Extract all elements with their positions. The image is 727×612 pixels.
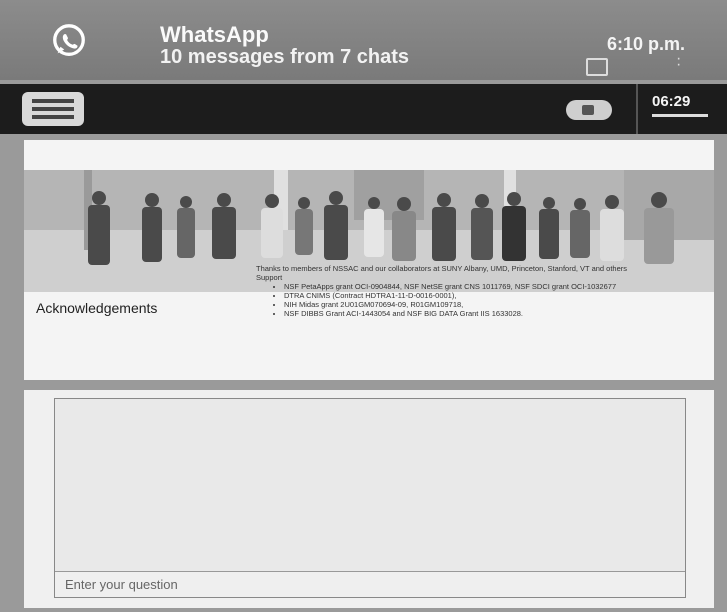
hamburger-menu-button[interactable]	[22, 92, 84, 126]
question-area[interactable]	[54, 398, 686, 598]
support-item: NIH Midas grant 2U01GM070694-09, R01GM10…	[284, 300, 708, 309]
support-item: DTRA CNIMS (Contract HDTRA1-11-D-0016-00…	[284, 291, 708, 300]
whatsapp-icon	[53, 24, 85, 56]
acknowledgements-heading: Acknowledgements	[36, 300, 158, 316]
menu-bar-icon	[32, 99, 74, 103]
support-list: NSF PetaApps grant OCI-0904844, NSF NetS…	[256, 282, 708, 318]
thanks-text: Thanks to members of NSSAC and our colla…	[256, 264, 628, 273]
message-icon	[586, 58, 608, 76]
clock-underline	[652, 114, 708, 117]
menu-bar-icon	[32, 115, 74, 119]
notification-app-name: WhatsApp	[160, 22, 269, 47]
notification-time: 6:10 p.m.	[607, 34, 686, 54]
support-label: Support	[256, 273, 283, 282]
app-toolbar: 06:29	[0, 84, 727, 134]
notification-bar[interactable]: WhatsApp 10 messages from 7 chats 6:10 p…	[0, 0, 727, 80]
support-item: NSF PetaApps grant OCI-0904844, NSF NetS…	[284, 282, 708, 291]
presentation-slide: Acknowledgements Thanks to members of NS…	[24, 140, 714, 380]
video-camera-button[interactable]	[566, 100, 612, 120]
support-item: NSF DIBBS Grant ACI-1443054 and NSF BIG …	[284, 309, 708, 318]
session-clock: 06:29	[636, 84, 727, 134]
question-panel	[24, 390, 714, 608]
clock-time: 06:29	[652, 93, 691, 110]
acknowledgements-text: Thanks to members of NSSAC and our colla…	[256, 264, 708, 318]
notification-summary: 10 messages from 7 chats	[160, 46, 410, 68]
more-options-icon[interactable]: · ·	[676, 51, 681, 73]
question-input[interactable]	[55, 571, 685, 597]
menu-bar-icon	[32, 107, 74, 111]
